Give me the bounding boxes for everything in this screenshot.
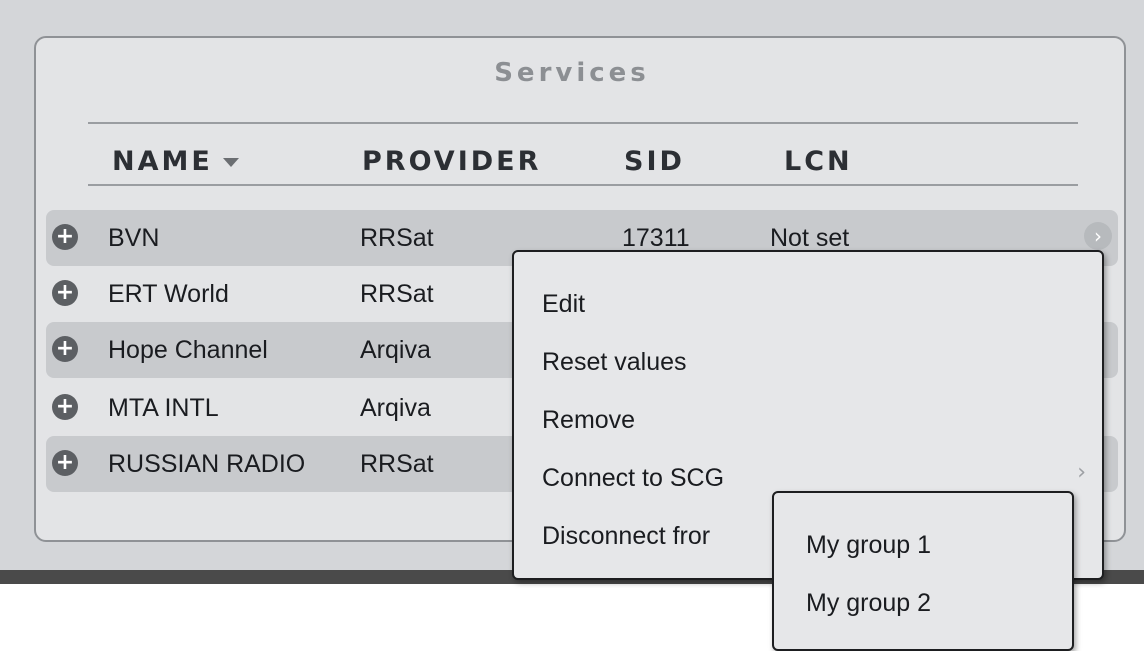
menu-item-disconnect[interactable]: Disconnect fror [542, 522, 710, 551]
row-name: RUSSIAN RADIO [108, 450, 306, 478]
plus-circle-icon[interactable]: + [52, 280, 78, 306]
menu-item-connect-to-scg[interactable]: Connect to SCG [542, 464, 724, 493]
scg-submenu: My group 1 My group 2 [772, 491, 1074, 651]
services-window: Services NAME PROVIDER SID LCN + BVN RRS… [0, 0, 1144, 651]
submenu-item-my-group-1[interactable]: My group 1 [806, 531, 931, 560]
chevron-right-icon: › [1077, 460, 1086, 485]
sort-descending-icon [222, 158, 239, 167]
header-bottom-rule [88, 184, 1078, 186]
row-provider: RRSat [360, 450, 434, 478]
row-sid: 17311 [622, 224, 690, 252]
plus-circle-icon[interactable]: + [52, 394, 78, 420]
plus-circle-icon[interactable]: + [52, 336, 78, 362]
plus-circle-icon[interactable]: + [52, 450, 78, 476]
column-header-name[interactable]: NAME [112, 146, 239, 177]
chevron-circle-icon[interactable]: › [1084, 222, 1112, 250]
column-header-name-label: NAME [112, 146, 213, 177]
row-provider: RRSat [360, 224, 434, 252]
column-header-lcn[interactable]: LCN [784, 146, 853, 177]
menu-item-remove[interactable]: Remove [542, 406, 635, 435]
header-top-rule [88, 122, 1078, 124]
row-name: ERT World [108, 280, 229, 308]
column-header-provider[interactable]: PROVIDER [362, 146, 541, 177]
row-lcn: Not set [770, 224, 850, 252]
row-provider: Arqiva [360, 336, 431, 364]
panel-title: Services [494, 58, 650, 88]
row-name: MTA INTL [108, 394, 219, 422]
menu-item-reset-values[interactable]: Reset values [542, 348, 687, 377]
plus-circle-icon[interactable]: + [52, 224, 78, 250]
menu-item-edit[interactable]: Edit [542, 290, 585, 319]
submenu-item-my-group-2[interactable]: My group 2 [806, 589, 931, 618]
row-provider: Arqiva [360, 394, 431, 422]
row-name: Hope Channel [108, 336, 268, 364]
column-header-sid[interactable]: SID [624, 146, 685, 177]
row-name: BVN [108, 224, 160, 252]
row-provider: RRSat [360, 280, 434, 308]
